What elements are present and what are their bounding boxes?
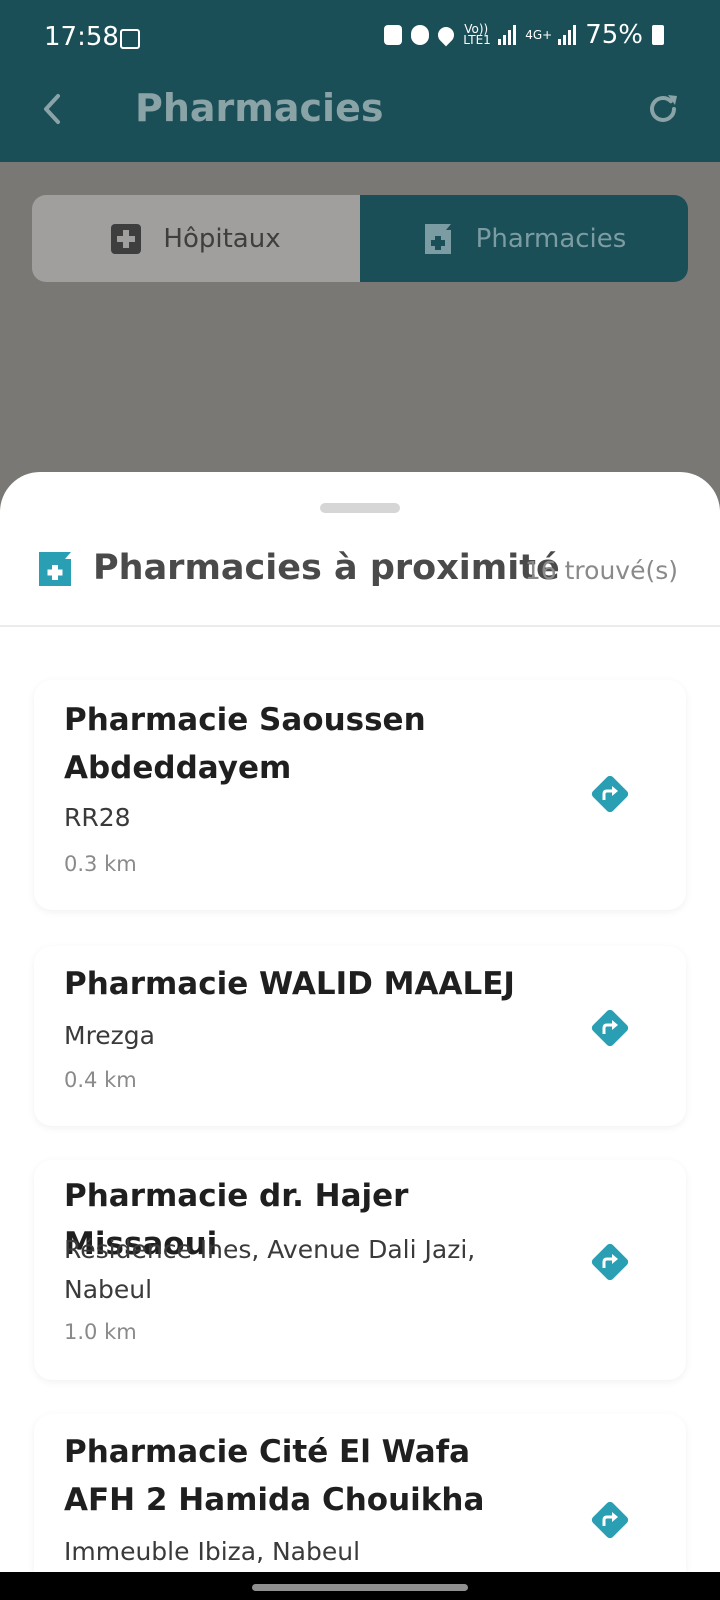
refresh-icon[interactable] bbox=[646, 92, 680, 126]
tab-pharmacies[interactable]: Pharmacies bbox=[360, 195, 688, 282]
status-indicators: Vo)) LTE1 4G+ 75% bbox=[384, 20, 664, 50]
arrow-back-icon[interactable] bbox=[38, 92, 66, 126]
tab-hopitaux[interactable]: Hôpitaux bbox=[32, 195, 360, 282]
pharmacy-name: Pharmacie Cité El Wafa AFH 2 Hamida Chou… bbox=[64, 1434, 485, 1518]
pharmacy-distance: 1.0 km bbox=[64, 1320, 137, 1344]
tab-hopitaux-label: Hôpitaux bbox=[163, 223, 281, 254]
signal-icon bbox=[498, 25, 517, 45]
results-count: 16 trouvé(s) bbox=[524, 556, 678, 585]
directions-icon[interactable] bbox=[590, 774, 630, 814]
battery-percent: 75% bbox=[585, 20, 643, 50]
network-type: 4G+ bbox=[525, 27, 553, 42]
directions-icon[interactable] bbox=[590, 1008, 630, 1048]
pharmacy-card[interactable]: Pharmacie Saoussen Abdeddayem RR28 0.3 k… bbox=[34, 680, 686, 910]
pharmacy-address: Immeuble Ibiza, Nabeul bbox=[64, 1537, 361, 1566]
directions-icon[interactable] bbox=[590, 1242, 630, 1282]
category-segmented-control: Hôpitaux Pharmacies bbox=[32, 195, 688, 282]
home-gesture-handle[interactable] bbox=[252, 1584, 468, 1591]
directions-icon[interactable] bbox=[590, 1500, 630, 1540]
pharmacy-icon bbox=[424, 223, 451, 254]
pharmacy-address: RR28 bbox=[64, 803, 131, 832]
pharmacy-address: Résidence Ines, Avenue Dali Jazi, Nabeul bbox=[64, 1235, 476, 1304]
pharmacy-icon bbox=[39, 552, 71, 586]
battery-saver-icon bbox=[384, 25, 403, 45]
gallery-notification-icon bbox=[120, 29, 140, 49]
pharmacy-name: Pharmacie Saoussen Abdeddayem bbox=[64, 702, 426, 786]
volte-indicator: Vo)) LTE1 bbox=[463, 22, 491, 47]
sheet-drag-handle[interactable] bbox=[320, 503, 400, 513]
alarm-icon bbox=[411, 25, 430, 45]
location-icon bbox=[434, 23, 458, 47]
page-title: Pharmacies bbox=[135, 86, 384, 130]
pharmacy-distance: 0.3 km bbox=[64, 852, 137, 876]
pharmacy-name: Pharmacie WALID MAALEJ bbox=[64, 966, 515, 1002]
signal-icon-2 bbox=[558, 25, 577, 45]
hospital-plus-icon bbox=[111, 223, 142, 254]
divider bbox=[0, 625, 720, 627]
sheet-title: Pharmacies à proximité bbox=[93, 548, 560, 588]
pharmacy-distance: 0.4 km bbox=[64, 1068, 137, 1092]
pharmacy-card[interactable]: Pharmacie Cité El Wafa AFH 2 Hamida Chou… bbox=[34, 1414, 686, 1572]
battery-icon bbox=[652, 25, 664, 45]
tab-pharmacies-label: Pharmacies bbox=[475, 223, 627, 254]
pharmacy-card[interactable]: Pharmacie WALID MAALEJ Mrezga 0.4 km bbox=[34, 946, 686, 1126]
status-time: 17:58 bbox=[44, 22, 119, 52]
pharmacy-address: Mrezga bbox=[64, 1021, 155, 1050]
pharmacy-card[interactable]: Pharmacie dr. Hajer Missaoui Résidence I… bbox=[34, 1160, 686, 1380]
